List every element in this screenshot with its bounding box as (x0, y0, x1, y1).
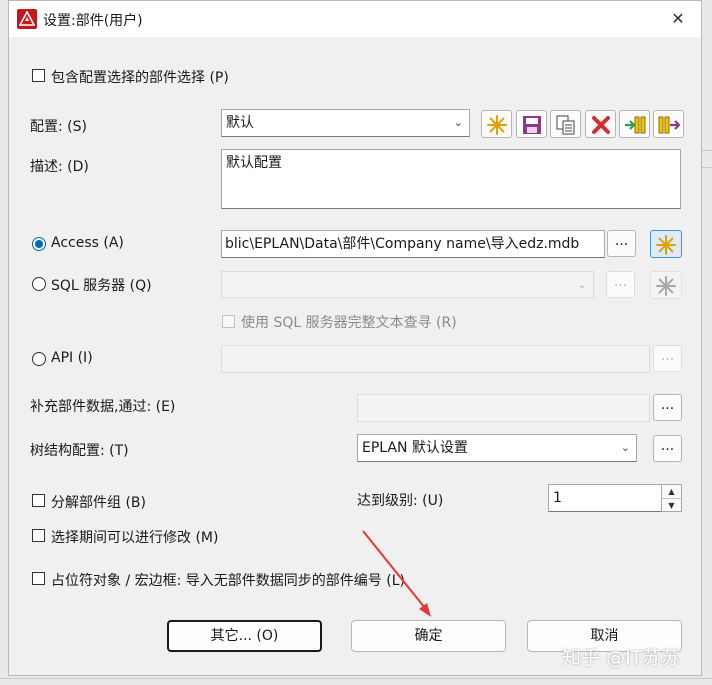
sql-radio[interactable] (32, 277, 46, 291)
config-select[interactable]: 默认 ⌄ (221, 109, 470, 137)
supplement-input[interactable] (357, 394, 650, 422)
chevron-down-icon: ⌄ (620, 441, 630, 454)
decompose-label: 分解部件组 (B) (51, 495, 146, 511)
import-icon (625, 116, 646, 134)
placeholder-checkbox[interactable] (32, 572, 45, 585)
level-value: 1 (553, 490, 562, 506)
export-icon (658, 116, 680, 134)
new-config-button[interactable] (481, 110, 512, 138)
annotation-arrow-icon (362, 530, 431, 617)
include-config-label: 包含配置选择的部件选择 (P) (51, 70, 229, 86)
sql-new-button[interactable] (650, 271, 682, 299)
tree-config-value: EPLAN 默认设置 (362, 440, 468, 456)
level-input[interactable]: 1 (548, 484, 662, 512)
access-path-input[interactable]: blic\EPLAN\Data\部件\Company name\导入edz.md… (221, 230, 605, 258)
api-radio[interactable] (32, 352, 46, 366)
config-label: 配置: (S) (30, 119, 87, 135)
decompose-checkbox[interactable] (32, 494, 45, 507)
description-value: 默认配置 (226, 155, 282, 171)
ok-button[interactable]: 确定 (351, 620, 506, 652)
tree-config-label: 树结构配置: (T) (30, 443, 129, 459)
sql-fulltext-checkbox[interactable] (222, 315, 235, 328)
star-icon (656, 276, 676, 296)
sql-label: SQL 服务器 (Q) (51, 278, 152, 294)
sql-server-select[interactable]: ⌄ (221, 271, 594, 298)
watermark: 知乎 @IT苏苏 (562, 647, 681, 669)
api-input[interactable] (221, 345, 650, 373)
close-icon[interactable]: ✕ (661, 5, 695, 33)
eplan-app-icon (17, 9, 37, 29)
modify-label: 选择期间可以进行修改 (M) (51, 530, 219, 546)
star-icon (656, 235, 676, 255)
export-config-button[interactable] (653, 110, 684, 138)
modify-checkbox[interactable] (32, 529, 45, 542)
copy-config-button[interactable] (550, 110, 581, 138)
supplement-browse-button[interactable]: ... (653, 394, 682, 421)
access-label: Access (A) (51, 235, 124, 251)
spin-up-icon[interactable]: ▲ (662, 485, 681, 499)
chevron-down-icon: ⌄ (453, 116, 463, 129)
sql-browse-button[interactable]: ... (606, 271, 635, 298)
level-spinner[interactable]: ▲ ▼ (661, 484, 682, 512)
api-browse-button[interactable]: ... (653, 345, 682, 372)
delete-icon (592, 116, 610, 134)
title-bar[interactable]: 设置:部件(用户) ✕ (9, 1, 701, 37)
description-textarea[interactable]: 默认配置 (221, 149, 681, 209)
spin-down-icon[interactable]: ▼ (662, 499, 681, 512)
star-icon (487, 115, 507, 135)
other-button[interactable]: 其它... (O) (167, 620, 322, 652)
sql-fulltext-label: 使用 SQL 服务器完整文本查寻 (R) (241, 315, 457, 331)
api-label: API (I) (51, 350, 93, 366)
access-radio[interactable] (32, 237, 46, 251)
tree-config-browse-button[interactable]: ... (653, 435, 682, 462)
window-title: 设置:部件(用户) (43, 13, 143, 29)
include-config-checkbox[interactable] (32, 69, 45, 82)
save-config-button[interactable] (516, 110, 547, 138)
config-value: 默认 (226, 115, 254, 131)
copy-icon (556, 115, 575, 135)
supplement-label: 补充部件数据,通过: (E) (30, 399, 176, 415)
access-path-value: blic\EPLAN\Data\部件\Company name\导入edz.md… (225, 236, 580, 252)
import-config-button[interactable] (619, 110, 650, 138)
level-label: 达到级别: (U) (357, 493, 444, 509)
delete-config-button[interactable] (585, 110, 616, 138)
access-browse-button[interactable]: ... (607, 230, 636, 257)
access-new-button[interactable] (650, 230, 682, 258)
save-icon (523, 116, 541, 134)
settings-dialog: 设置:部件(用户) ✕ 包含配置选择的部件选择 (P) 配置: (S) 默认 ⌄ (8, 0, 702, 676)
description-label: 描述: (D) (30, 159, 89, 175)
chevron-down-icon: ⌄ (577, 278, 587, 291)
tree-config-select[interactable]: EPLAN 默认设置 ⌄ (357, 434, 637, 462)
